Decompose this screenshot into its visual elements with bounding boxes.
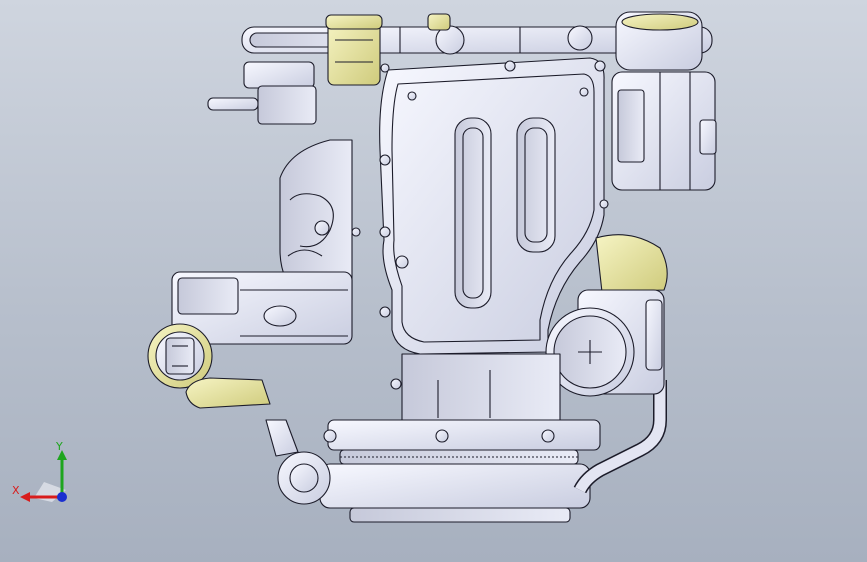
hose-fitting	[207, 61, 317, 125]
water-pump	[545, 289, 665, 397]
ac-compressor	[611, 11, 717, 191]
triad-x-arrow-icon	[20, 492, 30, 502]
oil-filler-cap	[325, 14, 383, 86]
round-connector	[147, 323, 213, 389]
triad-y-label: Y	[55, 442, 63, 453]
triad-x-label: X	[12, 484, 20, 497]
reference-triad: Y X	[12, 442, 67, 502]
oil-pan	[401, 353, 561, 421]
thermostat-housing	[595, 234, 668, 293]
triad-z-axis-dot	[57, 492, 67, 502]
cylinder-head-cover	[379, 57, 605, 355]
lower-left-bracket	[185, 377, 271, 409]
flywheel-ring-gear	[319, 419, 601, 523]
graphics-viewport[interactable]: Y X	[0, 0, 867, 562]
top-sensor	[427, 13, 451, 31]
lower-left-elbow	[265, 419, 331, 505]
engine-assembly-model[interactable]	[0, 0, 867, 562]
